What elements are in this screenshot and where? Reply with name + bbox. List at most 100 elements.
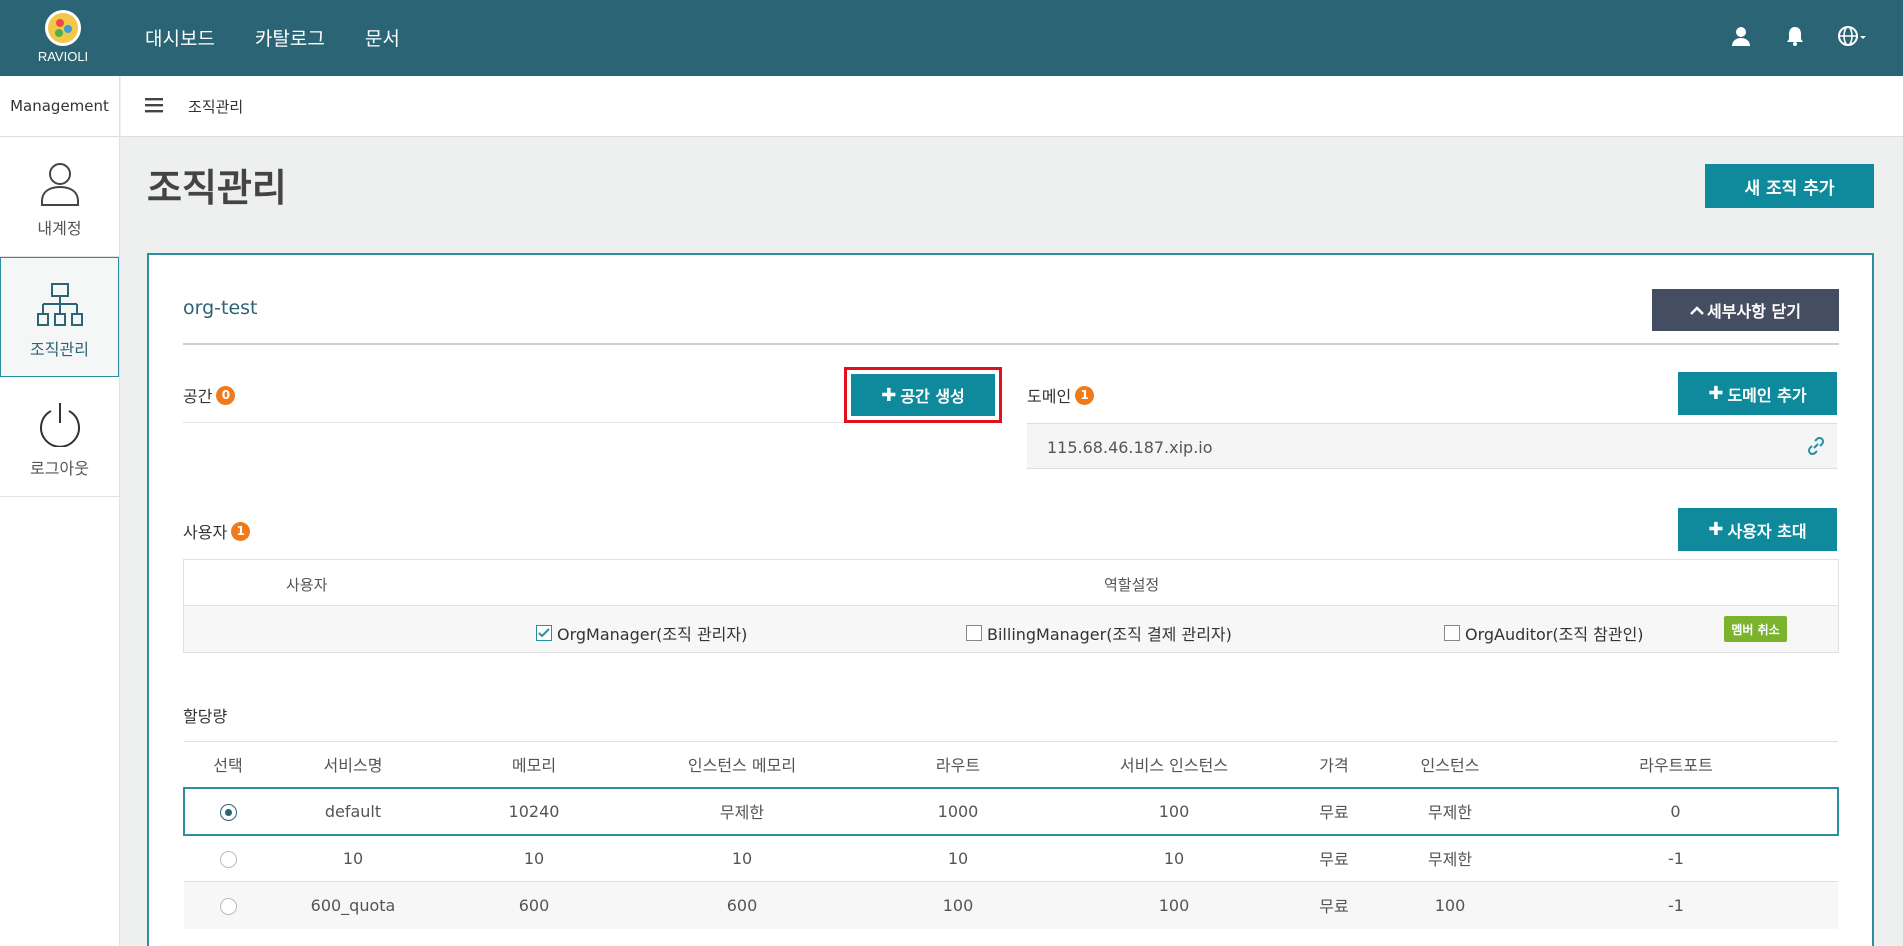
sidebar-item-label: 조직관리 bbox=[30, 340, 89, 359]
users-label: 사용자 bbox=[183, 523, 228, 542]
table-row[interactable]: default 10240 무제한 1000 100 무료 무제한 0 bbox=[183, 786, 1839, 836]
quota-table-header: 선택 서비스명 메모리 인스턴스 메모리 라우트 서비스 인스턴스 가격 인스턴… bbox=[184, 741, 1838, 788]
sidebar-header: Management bbox=[0, 76, 119, 137]
sidebar-item-org-management[interactable]: 조직관리 bbox=[0, 257, 119, 377]
add-org-button[interactable]: 새 조직 추가 bbox=[1705, 164, 1874, 208]
cell-price: 무료 bbox=[1282, 881, 1386, 929]
logo-icon bbox=[45, 10, 81, 46]
quota-section-label: 할당량 bbox=[183, 703, 227, 727]
table-row: OrgManager(조직 관리자) BillingManager(조직 결제 … bbox=[184, 606, 1838, 652]
role-billing-manager[interactable]: BillingManager(조직 결제 관리자) bbox=[966, 621, 1232, 645]
col-price: 가격 bbox=[1282, 741, 1386, 788]
page-title: 조직관리 bbox=[147, 166, 287, 210]
cell-routes: 100 bbox=[850, 881, 1066, 929]
cell-memory: 600 bbox=[434, 881, 634, 929]
create-space-button[interactable]: ✚ 공간 생성 bbox=[851, 374, 995, 416]
col-role: 역할설정 bbox=[1104, 576, 1160, 594]
cell-memory: 10240 bbox=[434, 786, 634, 836]
breadcrumb-bar: 조직관리 bbox=[121, 76, 1903, 137]
nav-docs[interactable]: 문서 bbox=[365, 24, 400, 51]
cell-service-instances: 10 bbox=[1066, 834, 1282, 882]
select-cell bbox=[183, 786, 272, 836]
cell-instance-memory: 10 bbox=[634, 834, 850, 882]
add-domain-button[interactable]: ✚ 도메인 추가 bbox=[1678, 372, 1837, 415]
user-icon bbox=[40, 163, 79, 206]
cell-service-instances: 100 bbox=[1066, 786, 1282, 836]
link-icon[interactable] bbox=[1807, 437, 1825, 455]
cell-service-name: 10 bbox=[272, 834, 434, 882]
create-space-label: 공간 생성 bbox=[900, 387, 965, 406]
cell-service-instances: 100 bbox=[1066, 881, 1282, 929]
org-name: org-test bbox=[183, 297, 258, 319]
table-row[interactable]: 10 10 10 10 10 무료 무제한 -1 bbox=[184, 834, 1838, 882]
sidebar-item-logout[interactable]: 로그아웃 bbox=[0, 377, 119, 497]
cell-price: 무료 bbox=[1282, 834, 1386, 882]
cancel-member-button[interactable]: 멤버 취소 bbox=[1724, 616, 1787, 642]
domain-count-badge: 1 bbox=[1075, 385, 1095, 405]
invite-user-label: 사용자 초대 bbox=[1727, 521, 1807, 541]
close-detail-button[interactable]: 세부사항 닫기 bbox=[1652, 289, 1839, 331]
col-service-instances: 서비스 인스턴스 bbox=[1066, 741, 1282, 788]
radio[interactable] bbox=[219, 897, 237, 915]
globe-icon[interactable] bbox=[1837, 24, 1867, 48]
col-service-name: 서비스명 bbox=[272, 741, 434, 788]
bell-icon[interactable] bbox=[1783, 24, 1807, 48]
col-instances: 인스턴스 bbox=[1386, 741, 1514, 788]
select-cell bbox=[184, 881, 272, 929]
breadcrumb: 조직관리 bbox=[188, 98, 244, 116]
role-org-manager[interactable]: OrgManager(조직 관리자) bbox=[536, 621, 747, 645]
quota-table: 선택 서비스명 메모리 인스턴스 메모리 라우트 서비스 인스턴스 가격 인스턴… bbox=[183, 741, 1839, 929]
domain-section-label: 도메인 1 bbox=[1027, 383, 1095, 407]
cell-instances: 무제한 bbox=[1386, 834, 1514, 882]
cell-memory: 10 bbox=[434, 834, 634, 882]
space-section-label: 공간 0 bbox=[183, 383, 236, 407]
col-routes: 라우트 bbox=[850, 741, 1066, 788]
sidebar-item-my-account[interactable]: 내계정 bbox=[0, 137, 119, 257]
radio[interactable] bbox=[219, 850, 237, 868]
users-section-label: 사용자 1 bbox=[183, 519, 251, 543]
cell-service-name: 600_quota bbox=[272, 881, 434, 929]
domain-label: 도메인 bbox=[1027, 387, 1072, 406]
col-memory: 메모리 bbox=[434, 741, 634, 788]
cell-instances: 무제한 bbox=[1386, 786, 1514, 836]
col-route-ports: 라우트포트 bbox=[1514, 741, 1838, 788]
select-cell bbox=[184, 834, 272, 882]
nav-catalog[interactable]: 카탈로그 bbox=[255, 24, 325, 51]
org-chart-icon bbox=[36, 283, 83, 326]
cell-instance-memory: 무제한 bbox=[634, 786, 850, 836]
chevron-up-icon bbox=[1690, 306, 1704, 315]
cell-routes: 1000 bbox=[850, 786, 1066, 836]
checkbox[interactable] bbox=[966, 625, 982, 641]
cell-instances: 100 bbox=[1386, 881, 1514, 929]
nav-dashboard[interactable]: 대시보드 bbox=[145, 24, 215, 51]
invite-user-button[interactable]: ✚ 사용자 초대 bbox=[1678, 508, 1837, 551]
ravioli-logo[interactable]: RAVIOLI bbox=[30, 10, 96, 66]
col-instance-memory: 인스턴스 메모리 bbox=[634, 741, 850, 788]
sidebar-item-label: 내계정 bbox=[37, 219, 82, 238]
divider bbox=[183, 343, 1839, 345]
table-row[interactable]: 600_quota 600 600 100 100 무료 100 -1 bbox=[184, 881, 1838, 929]
users-table-header: 사용자 역할설정 bbox=[184, 560, 1838, 606]
domain-value: 115.68.46.187.xip.io bbox=[1047, 438, 1213, 457]
role-label: OrgManager(조직 관리자) bbox=[557, 625, 748, 644]
plus-icon: ✚ bbox=[1708, 383, 1724, 404]
power-icon bbox=[39, 403, 80, 447]
cell-price: 무료 bbox=[1282, 786, 1386, 836]
domain-row: 115.68.46.187.xip.io bbox=[1027, 423, 1837, 469]
top-navbar: RAVIOLI 대시보드 카탈로그 문서 bbox=[0, 0, 1903, 76]
space-count-badge: 0 bbox=[216, 385, 236, 405]
org-detail-card: org-test 세부사항 닫기 공간 0 ✚ 공간 생성 도메인 1 ✚ 도메… bbox=[147, 253, 1874, 946]
user-icon[interactable] bbox=[1729, 24, 1753, 48]
sidebar: Management 내계정 조직관리 로그아웃 bbox=[0, 76, 120, 946]
role-org-auditor[interactable]: OrgAuditor(조직 참관인) bbox=[1444, 621, 1644, 645]
hamburger-menu-icon[interactable] bbox=[145, 97, 163, 113]
create-space-highlight: ✚ 공간 생성 bbox=[844, 367, 1002, 423]
plus-icon: ✚ bbox=[881, 384, 897, 406]
cell-routes: 10 bbox=[850, 834, 1066, 882]
radio-selected[interactable] bbox=[220, 803, 237, 821]
checkbox[interactable] bbox=[1444, 625, 1460, 641]
quota-label: 할당량 bbox=[183, 707, 228, 726]
cell-route-ports: -1 bbox=[1514, 881, 1838, 929]
users-table: 사용자 역할설정 OrgManager(조직 관리자) BillingManag… bbox=[183, 559, 1839, 653]
checkbox-checked[interactable] bbox=[536, 625, 552, 641]
